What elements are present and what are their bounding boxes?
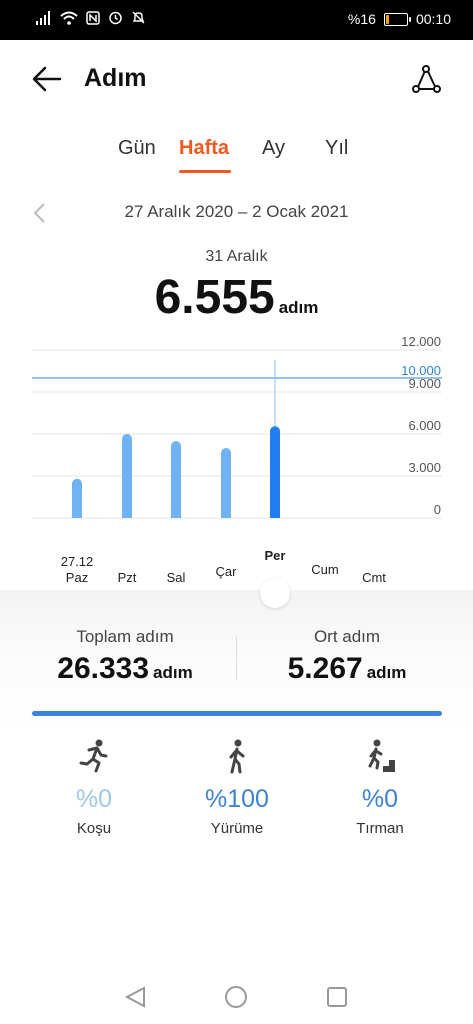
- route-icon[interactable]: [409, 62, 443, 96]
- running-icon: [79, 739, 108, 773]
- alarm-icon: [109, 11, 122, 25]
- x-tick-label: Cum: [311, 562, 338, 577]
- total-steps-label: Toplam adım: [76, 627, 174, 646]
- system-nav-bar: [124, 986, 347, 1008]
- clock: 00:10: [415, 11, 451, 27]
- nav-home-icon[interactable]: [225, 986, 247, 1008]
- walking-label: Yürüme: [210, 820, 264, 837]
- tab-year[interactable]: Yıl: [325, 137, 348, 160]
- chart-bar-base: [221, 512, 231, 518]
- chart-bar-base: [171, 512, 181, 518]
- avg-steps-value: 5.267: [287, 652, 363, 685]
- drag-handle[interactable]: [260, 578, 290, 608]
- battery-icon: [383, 12, 411, 26]
- tab-week[interactable]: Hafta: [179, 137, 229, 160]
- climbing-label: Tırman: [356, 820, 404, 837]
- selected-day-value: 6.555 adım: [0, 270, 473, 325]
- page-title: Adım: [84, 64, 147, 92]
- battery-percent: %16: [347, 11, 376, 27]
- arrow-left-icon[interactable]: [30, 62, 64, 96]
- y-tick-label: 6.000: [408, 418, 441, 433]
- chart-bar: [122, 434, 132, 518]
- wifi-icon: [60, 11, 78, 25]
- avg-steps-unit: adım: [366, 663, 407, 682]
- nav-back-icon[interactable]: [124, 986, 145, 1008]
- summary-divider: [236, 636, 237, 680]
- y-tick-label: 3.000: [408, 460, 441, 475]
- selected-day-label: 31 Aralık: [205, 248, 268, 265]
- walking-percent: %100: [205, 785, 269, 813]
- nav-recents-icon[interactable]: [327, 987, 347, 1007]
- y-tick-label: 12.000: [401, 334, 441, 349]
- tab-day[interactable]: Gün: [118, 137, 156, 160]
- chart-bar: [171, 441, 181, 518]
- selected-steps: 6.555: [154, 271, 275, 324]
- running-label: Koşu: [76, 820, 112, 837]
- status-icons: [36, 10, 146, 25]
- goal-label: 10.000: [401, 363, 441, 378]
- total-steps: 26.333 adım: [30, 652, 220, 686]
- activity-climbing: %0 Tırman: [320, 738, 440, 837]
- total-steps-unit: adım: [153, 663, 193, 682]
- activity-running: %0 Koşu: [34, 738, 154, 837]
- period-tabs: Gün Hafta Ay Yıl: [0, 137, 473, 177]
- total-steps-value: 26.333: [57, 652, 150, 685]
- walking-icon: [229, 739, 245, 774]
- activity-progress-bar: [32, 711, 442, 716]
- chart-bar-base: [72, 512, 82, 518]
- date-range: 27 Aralık 2020 – 2 Ocak 2021: [124, 202, 349, 221]
- steps-chart[interactable]: 12.0009.0006.0003.000010.000Paz Pzt Sal Çar…: [0, 330, 473, 590]
- selected-steps-unit: adım: [278, 298, 319, 317]
- x-tick-label: Paz: [66, 570, 88, 585]
- running-percent: %0: [75, 785, 113, 813]
- app-bar: Adım: [0, 40, 473, 118]
- tab-indicator: [179, 170, 231, 173]
- chart-bar-base: [270, 512, 280, 518]
- avg-steps: 5.267 adım: [252, 652, 442, 686]
- tab-month[interactable]: Ay: [262, 137, 285, 160]
- first-date-label: 27.12: [61, 554, 94, 569]
- chart-bar: [270, 426, 280, 518]
- chart-bar-base: [122, 512, 132, 518]
- activity-walking: %100 Yürüme: [177, 738, 297, 837]
- x-tick-label: Cmt: [362, 570, 386, 585]
- x-tick-label: Per: [265, 548, 286, 563]
- mute-bell-icon: [132, 11, 145, 24]
- signal-icon: [36, 10, 50, 25]
- x-tick-label: Çar: [216, 564, 238, 579]
- status-bar: %16 00:10: [0, 0, 473, 40]
- nfc-icon: [86, 10, 100, 25]
- avg-steps-label: Ort adım: [313, 627, 381, 646]
- x-tick-label: Sal: [167, 570, 186, 585]
- y-tick-label: 0: [434, 502, 441, 517]
- climbing-icon: [368, 739, 395, 772]
- chart-bar: [221, 448, 231, 518]
- x-tick-label: Pzt: [118, 570, 137, 585]
- status-right: %16 00:10: [348, 11, 451, 27]
- climbing-percent: %0: [361, 785, 399, 813]
